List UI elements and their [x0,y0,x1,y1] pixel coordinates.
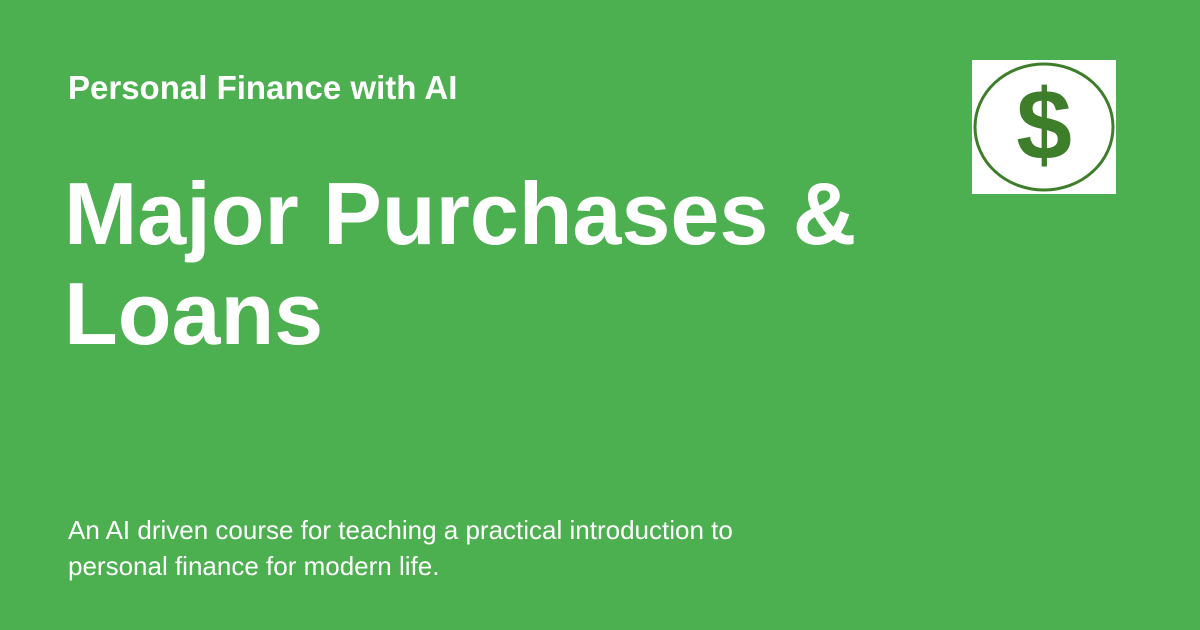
logo: $ [972,60,1116,194]
course-description: An AI driven course for teaching a pract… [68,515,733,581]
site-name: Personal Finance with AI [68,69,458,106]
page-title: Major Purchases & Loans [64,164,857,363]
logo-symbol: $ [1016,69,1072,181]
dollar-sign-icon: $ [973,62,1115,192]
